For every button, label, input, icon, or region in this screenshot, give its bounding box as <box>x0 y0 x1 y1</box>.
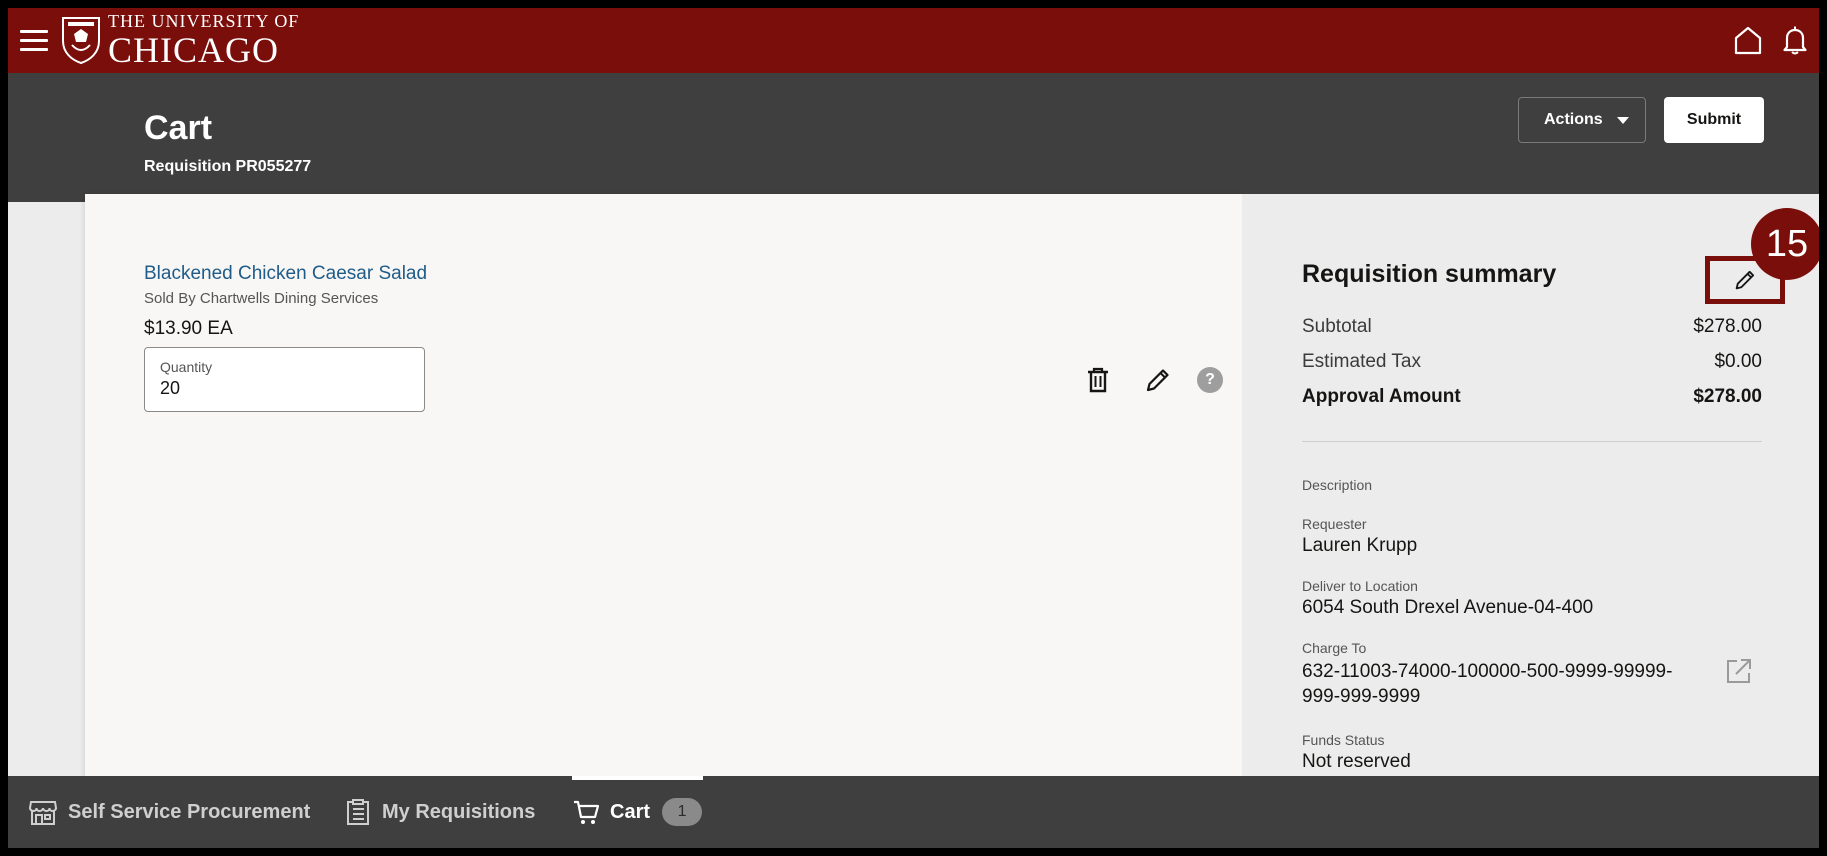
logo-line-2: CHICAGO <box>108 30 280 70</box>
item-seller: Sold By Chartwells Dining Services <box>144 290 379 307</box>
nav-cart-label: Cart <box>610 800 651 823</box>
subtotal-value: $278.00 <box>1693 316 1762 337</box>
quantity-label: Quantity <box>160 359 213 375</box>
store-icon <box>28 801 58 825</box>
nav-procurement-label: Self Service Procurement <box>68 800 311 823</box>
requester-value: Lauren Krupp <box>1302 535 1418 556</box>
funds-status-value: Not reserved <box>1302 751 1411 772</box>
nav-self-service-procurement[interactable]: Self Service Procurement <box>28 776 310 848</box>
deliver-to-value: 6054 South Drexel Avenue-04-400 <box>1302 597 1594 618</box>
charge-to-label: Charge To <box>1302 640 1367 656</box>
actions-button-label: Actions <box>1544 111 1603 128</box>
app-window: THE UNIVERSITY OF CHICAGO Cart Requisiti… <box>8 8 1819 848</box>
page-header: Cart Requisition PR055277 Actions Submit <box>8 73 1819 202</box>
tax-value: $0.00 <box>1714 351 1762 372</box>
subtotal-label: Subtotal <box>1302 316 1372 337</box>
item-price: $13.90 EA <box>144 318 233 339</box>
deliver-to-label: Deliver to Location <box>1302 578 1418 594</box>
requester-label: Requester <box>1302 516 1367 532</box>
cart-count-badge: 1 <box>662 798 703 826</box>
crest-icon <box>62 17 100 65</box>
requisition-number: Requisition PR055277 <box>144 158 312 175</box>
nav-cart[interactable]: Cart 1 <box>572 776 703 848</box>
submit-button[interactable]: Submit <box>1664 97 1764 143</box>
subtotal-row: Subtotal $278.00 <box>1302 316 1762 338</box>
tax-label: Estimated Tax <box>1302 351 1421 372</box>
tax-row: Estimated Tax $0.00 <box>1302 351 1762 373</box>
delete-icon[interactable] <box>1083 364 1113 396</box>
description-label: Description <box>1302 477 1373 493</box>
actions-button[interactable]: Actions <box>1518 97 1646 143</box>
edit-line-icon[interactable] <box>1143 364 1173 396</box>
home-icon[interactable] <box>1733 24 1763 56</box>
step-number-badge: 15 <box>1751 208 1819 280</box>
quantity-value[interactable]: 20 <box>160 378 409 399</box>
approval-value: $278.00 <box>1693 386 1762 407</box>
nav-requisitions-label: My Requisitions <box>382 800 536 823</box>
nav-my-requisitions[interactable]: My Requisitions <box>344 776 535 848</box>
clipboard-list-icon <box>347 799 369 825</box>
pencil-icon <box>1735 270 1755 290</box>
logo-line-1: THE UNIVERSITY OF <box>108 11 300 31</box>
summary-title: Requisition summary <box>1302 260 1557 288</box>
hamburger-menu-icon[interactable] <box>20 30 48 52</box>
charge-to-value: 632-11003-74000-100000-500-9999-99999-99… <box>1302 661 1673 707</box>
bell-icon[interactable] <box>1780 24 1810 56</box>
top-bar: THE UNIVERSITY OF CHICAGO <box>8 8 1819 73</box>
funds-status-label: Funds Status <box>1302 732 1385 748</box>
external-link-icon[interactable] <box>1724 656 1754 686</box>
university-logo[interactable]: THE UNIVERSITY OF CHICAGO <box>60 12 299 68</box>
help-icon[interactable]: ? <box>1197 367 1223 393</box>
summary-divider <box>1302 441 1762 442</box>
bottom-navigation: Self Service Procurement My Requisitions… <box>8 776 1819 848</box>
item-title-link[interactable]: Blackened Chicken Caesar Salad <box>144 263 427 285</box>
cart-line-card: Blackened Chicken Caesar Salad Sold By C… <box>85 194 1242 784</box>
cart-icon <box>574 800 600 824</box>
approval-label: Approval Amount <box>1302 386 1461 407</box>
page-title: Cart <box>144 109 213 147</box>
approval-row: Approval Amount $278.00 <box>1302 386 1762 408</box>
quantity-field[interactable]: Quantity 20 <box>144 347 425 412</box>
caret-down-icon <box>1616 116 1629 124</box>
